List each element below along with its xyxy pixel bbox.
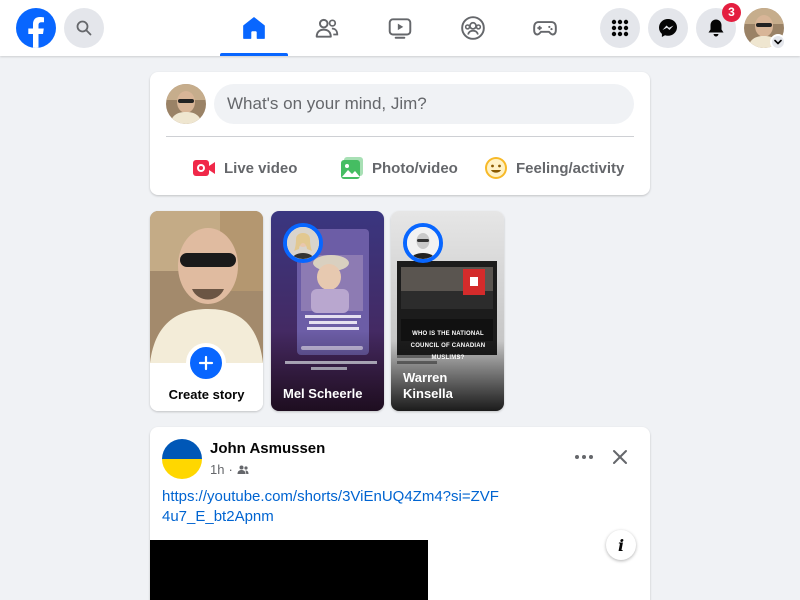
photo-video-button[interactable]: Photo/video	[340, 148, 458, 188]
facebook-logo[interactable]	[16, 8, 56, 48]
story-author-name: Warren Kinsella	[403, 370, 453, 401]
search-button[interactable]	[64, 8, 104, 48]
post-meta: 1h ·	[210, 462, 249, 477]
video-icon	[388, 18, 412, 39]
live-video-label: Live video	[224, 159, 298, 177]
feeling-icon	[485, 157, 507, 179]
feeling-activity-button[interactable]: Feeling/activity	[484, 148, 624, 188]
hide-post-button[interactable]	[608, 447, 632, 467]
post-link[interactable]: https://youtube.com/shorts/3ViEnUQ4Zm4?s…	[162, 487, 502, 527]
story-card-mel-scheerle[interactable]: Mel Scheerle	[271, 211, 384, 411]
post-video-preview[interactable]	[150, 540, 428, 600]
messenger-button[interactable]	[648, 8, 688, 48]
composer-avatar[interactable]	[166, 84, 206, 124]
meta-separator: ·	[228, 462, 233, 477]
post-author-avatar[interactable]	[162, 439, 202, 479]
create-story-label: Create story	[168, 387, 245, 402]
composer-divider	[166, 136, 634, 137]
live-video-icon	[193, 160, 215, 176]
groups-icon	[461, 16, 485, 40]
bell-icon	[708, 19, 724, 37]
plus-icon	[198, 355, 214, 371]
top-navigation-bar: 3	[0, 0, 800, 56]
notification-badge: 3	[722, 3, 741, 22]
create-story-plus-button[interactable]	[186, 343, 226, 383]
feed-post: John Asmussen 1h · https://youtube.com/s…	[150, 427, 650, 600]
story-card-warren-kinsella[interactable]: WHO IS THE NATIONAL COUNCIL OF CANADIAN …	[391, 211, 504, 411]
account-menu-chevron[interactable]	[770, 34, 786, 50]
whats-on-your-mind-input[interactable]: What's on your mind, Jim?	[214, 84, 634, 124]
close-icon	[613, 450, 627, 464]
story-headline: WHO IS THE NATIONAL COUNCIL OF CANADIAN …	[410, 331, 486, 361]
nav-friends[interactable]	[291, 0, 363, 56]
create-story-photo	[150, 211, 263, 363]
story-avatar-ring	[283, 223, 323, 263]
more-options-icon	[575, 455, 593, 459]
gaming-icon	[533, 21, 557, 36]
post-options-button[interactable]	[569, 447, 599, 467]
search-icon	[76, 20, 92, 36]
post-timestamp[interactable]: 1h	[210, 462, 224, 477]
home-icon	[243, 17, 265, 39]
post-composer: What's on your mind, Jim? Live video Pho…	[150, 72, 650, 195]
nav-gaming[interactable]	[509, 0, 581, 56]
nav-home[interactable]	[218, 0, 290, 56]
post-author-name[interactable]: John Asmussen	[210, 440, 325, 457]
menu-button[interactable]	[600, 8, 640, 48]
create-story-card[interactable]: Create story	[150, 211, 263, 411]
nav-video[interactable]	[364, 0, 436, 56]
friends-icon	[315, 18, 339, 38]
menu-grid-icon	[611, 19, 629, 37]
chevron-down-icon	[774, 39, 782, 45]
story-author-name: Mel Scheerle	[283, 386, 363, 401]
nav-groups[interactable]	[437, 0, 509, 56]
feeling-activity-label: Feeling/activity	[516, 159, 625, 177]
friends-audience-icon[interactable]	[237, 464, 249, 476]
link-info-button[interactable]: i	[606, 530, 636, 560]
messenger-icon	[659, 19, 677, 37]
photo-icon	[341, 157, 363, 179]
photo-video-label: Photo/video	[372, 159, 458, 177]
story-avatar-ring	[403, 223, 443, 263]
live-video-button[interactable]: Live video	[192, 148, 297, 188]
